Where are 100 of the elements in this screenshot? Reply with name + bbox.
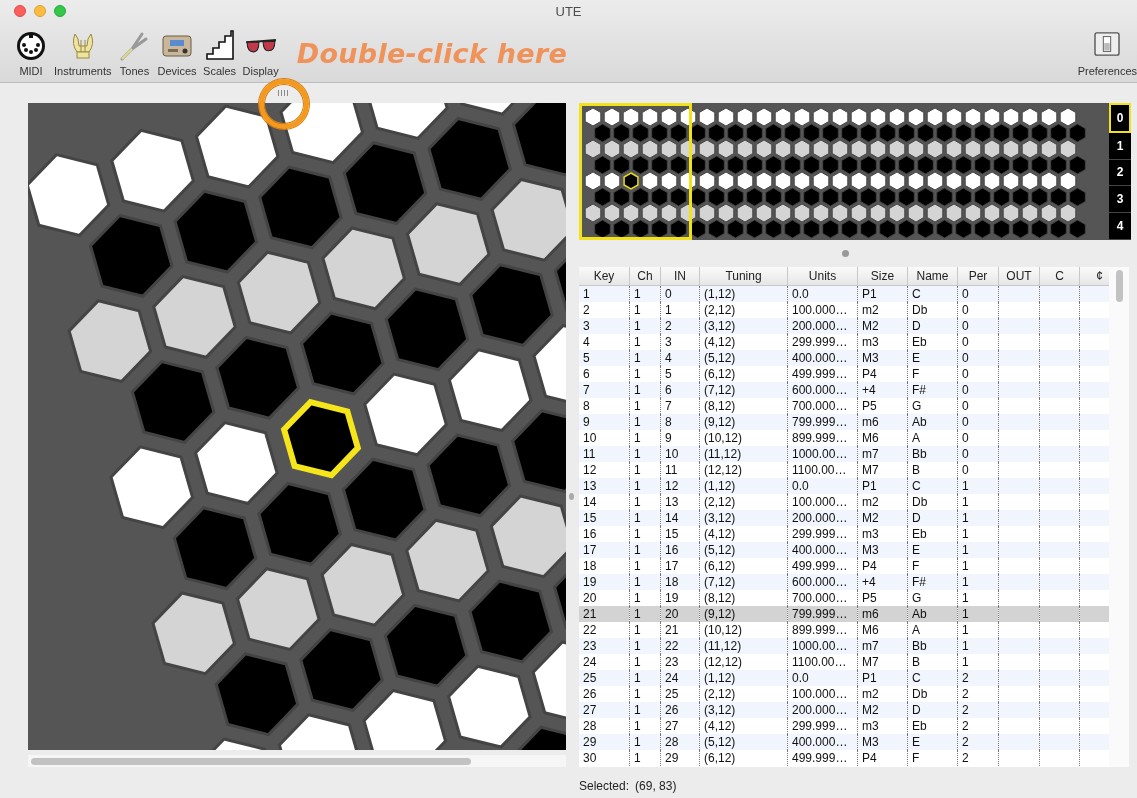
table-cell: 499.999…: [787, 750, 858, 766]
close-button[interactable]: [14, 5, 26, 17]
table-cell: 0: [957, 366, 999, 382]
table-cell: D: [907, 318, 958, 334]
table-cell: E: [907, 734, 958, 750]
column-header[interactable]: Name: [907, 267, 958, 286]
table-cell: 299.999…: [787, 526, 858, 542]
octave-button[interactable]: 3: [1109, 186, 1131, 214]
table-cell: 1: [629, 318, 661, 334]
splitter-handle[interactable]: [841, 250, 849, 257]
table-cell: (6,12): [699, 558, 788, 574]
toolbar-button[interactable]: Scales: [202, 30, 237, 78]
column-header[interactable]: Per: [957, 267, 999, 286]
table-cell: m7: [857, 446, 908, 462]
table-cell: 0: [957, 414, 999, 430]
table-cell: 1: [629, 382, 661, 398]
table-cell: 1: [957, 542, 999, 558]
toolbar-button[interactable]: Display: [242, 30, 279, 78]
table-cell: 7: [660, 398, 700, 414]
column-header[interactable]: ¢: [1079, 267, 1109, 286]
table-cell: Eb: [907, 526, 958, 542]
selected-row[interactable]: 21 1 20 (9,12) 799.999… m6 Ab 1: [579, 606, 1109, 622]
minimize-button[interactable]: [34, 5, 46, 17]
table-cell: (3,12): [699, 318, 788, 334]
splitter-handle[interactable]: [569, 493, 574, 500]
octave-button[interactable]: 0: [1109, 103, 1131, 133]
table-cell: 0: [957, 334, 999, 350]
table-cell: (1,12): [699, 478, 788, 494]
preferences-button[interactable]: Preferences: [1077, 22, 1137, 78]
toolbar-button[interactable]: MIDI: [14, 30, 48, 78]
window-title: UTE: [555, 4, 582, 19]
table-cell: 1: [629, 542, 661, 558]
column-header[interactable]: Size: [857, 267, 908, 286]
table-cell: Ab: [907, 606, 958, 622]
octave-button[interactable]: 2: [1109, 159, 1131, 187]
table-cell: F: [907, 558, 958, 574]
table-cell: 1: [629, 718, 661, 734]
table-cell: 18: [660, 574, 700, 590]
octave-button[interactable]: 4: [1109, 213, 1131, 240]
octave-button[interactable]: 1: [1109, 132, 1131, 160]
column-header[interactable]: Tuning: [699, 267, 788, 286]
vertical-scrollbar[interactable]: [1109, 267, 1129, 767]
table-cell: 0: [957, 430, 999, 446]
table-cell: 600.000…: [787, 574, 858, 590]
hex-keyboard-drawing[interactable]: [28, 103, 566, 750]
column-header[interactable]: C: [1039, 267, 1080, 286]
column-header[interactable]: Units: [787, 267, 858, 286]
table-cell: 200.000…: [787, 510, 858, 526]
table-cell: 100.000…: [787, 494, 858, 510]
toolbar-button[interactable]: Instruments: [54, 30, 112, 78]
toolbar-button[interactable]: Devices: [157, 30, 197, 78]
table-cell: M3: [857, 350, 908, 366]
table-cell: 1: [957, 510, 999, 526]
table-cell: 0: [957, 382, 999, 398]
column-header[interactable]: Key: [579, 267, 630, 286]
table-cell: (8,12): [699, 398, 788, 414]
table-cell: 799.999…: [787, 414, 858, 430]
table-cell: 1: [629, 686, 661, 702]
table-cell: 1: [629, 590, 661, 606]
table-cell: 400.000…: [787, 350, 858, 366]
table-cell: 799.999…: [787, 606, 858, 622]
toolbar-button[interactable]: Tones: [117, 30, 152, 78]
keyboard-overview-drawing[interactable]: [579, 103, 1109, 240]
table-cell: 1: [629, 462, 661, 478]
table-cell: P1: [857, 478, 908, 494]
column-header[interactable]: Ch: [629, 267, 661, 286]
table-cell: 1: [629, 366, 661, 382]
table-cell: 1: [629, 334, 661, 350]
table-cell: (7,12): [699, 574, 788, 590]
table-cell: 400.000…: [787, 734, 858, 750]
table-cell: 1: [629, 398, 661, 414]
table-cell: (5,12): [699, 734, 788, 750]
table-cell: 1: [957, 606, 999, 622]
table-cell: C: [907, 478, 958, 494]
table-cell: 9: [579, 414, 630, 430]
table-cell: P1: [857, 670, 908, 686]
table-cell: 27: [579, 702, 630, 718]
table-cell: C: [907, 670, 958, 686]
column-header[interactable]: OUT: [998, 267, 1040, 286]
table-cell: (4,12): [699, 718, 788, 734]
table-cell: 3: [579, 318, 630, 334]
table-cell: 400.000…: [787, 542, 858, 558]
table-cell: D: [907, 702, 958, 718]
table-cell: (5,12): [699, 350, 788, 366]
table-cell: 22: [660, 638, 700, 654]
table-cell: (7,12): [699, 382, 788, 398]
table-cell: 700.000…: [787, 590, 858, 606]
horizontal-scrollbar[interactable]: [28, 755, 566, 767]
table-cell: m2: [857, 686, 908, 702]
table-cell: M2: [857, 510, 908, 526]
table-cell: 26: [660, 702, 700, 718]
table-cell: m7: [857, 638, 908, 654]
zoom-button[interactable]: [54, 5, 66, 17]
table-cell: 100.000…: [787, 686, 858, 702]
table-cell: 2: [660, 318, 700, 334]
table-cell: 499.999…: [787, 366, 858, 382]
column-header[interactable]: IN: [660, 267, 700, 286]
table-cell: 25: [579, 670, 630, 686]
table-cell: 1: [629, 302, 661, 318]
table-cell: Eb: [907, 718, 958, 734]
